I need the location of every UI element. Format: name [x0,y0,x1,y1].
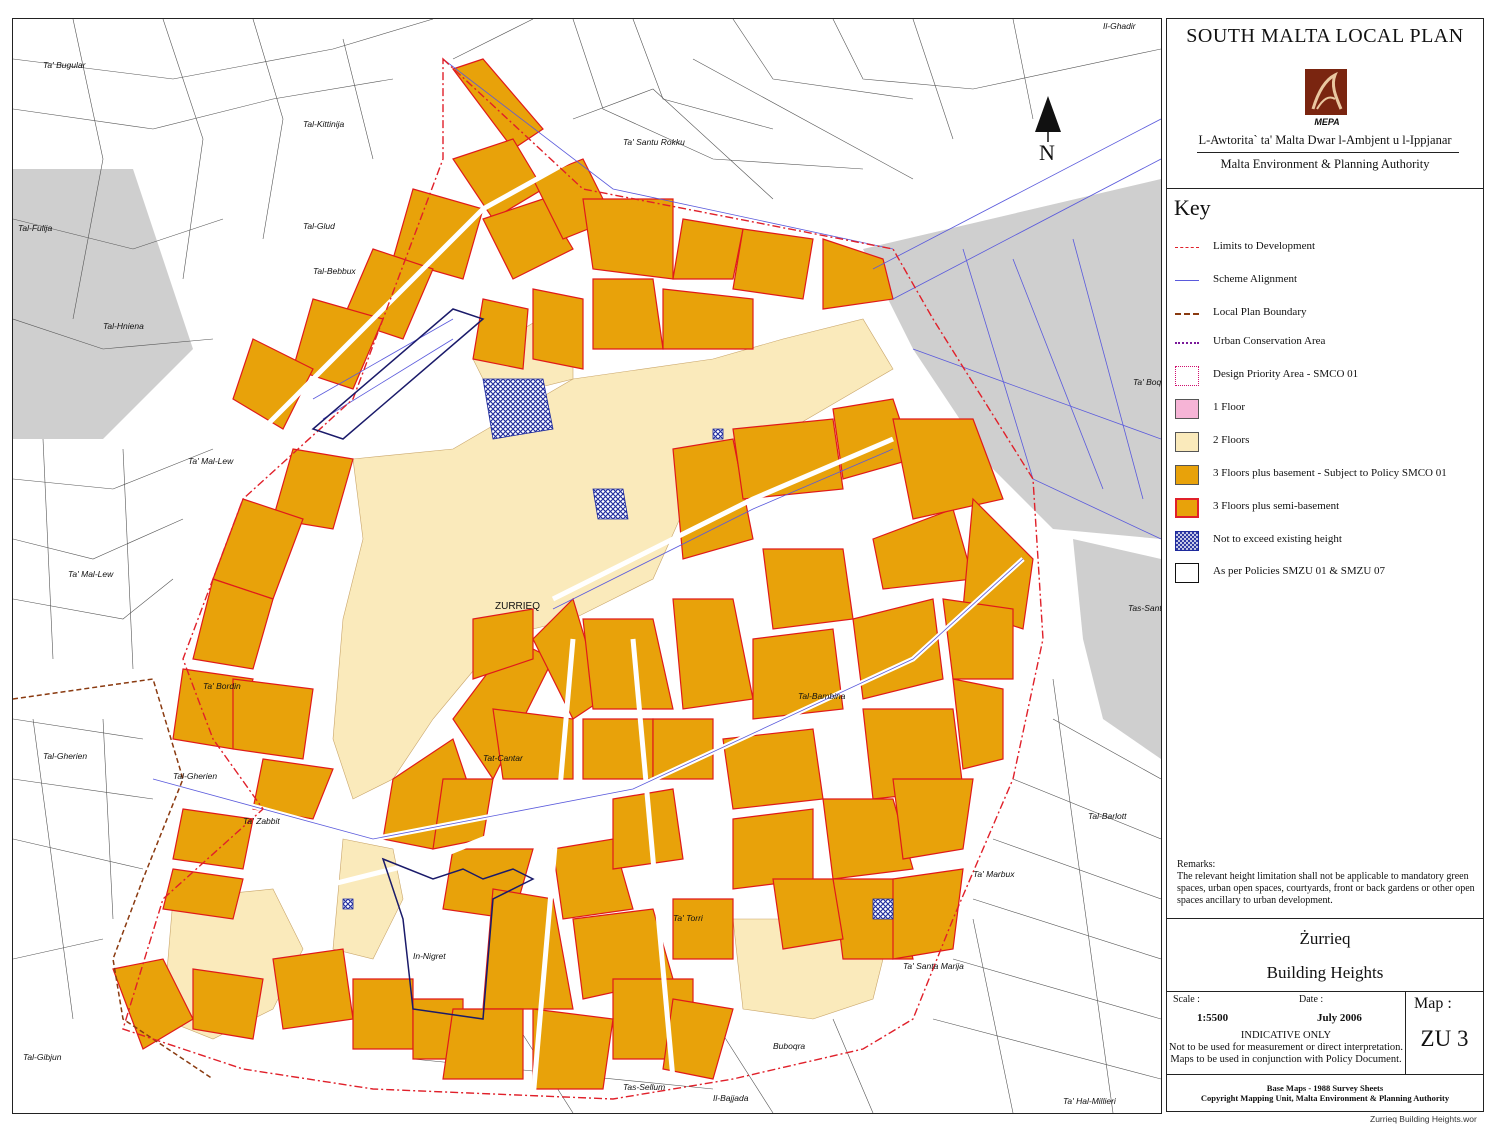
key-item: 3 Floors plus semi-basement [1175,497,1475,519]
place-label: Tal-Gherien [173,771,217,781]
place-label: Tal-Fulija [18,223,52,233]
source-line: Copyright Mapping Unit, Malta Environmen… [1200,1093,1450,1103]
key-item: 1 Floor [1175,398,1475,420]
key-title: Key [1174,195,1211,220]
key-item-label: Local Plan Boundary [1213,306,1307,318]
place-label: Tas-Sant' Aga [1128,603,1161,613]
map-canvas[interactable]: Ta' Bugular Tal-Kittinija Ta' Santu Rokk… [12,18,1162,1114]
place-label: Tal-Gibjun [23,1052,62,1062]
key-item-label: Limits to Development [1213,240,1316,252]
place-label: Tal-Barlott [1088,811,1127,821]
map-svg: Ta' Bugular Tal-Kittinija Ta' Santu Rokk… [13,19,1161,1113]
remarks: Remarks: The relevant height limitation … [1177,859,1477,907]
semi-basement-swatch-icon [1175,498,1199,518]
three-floor-swatch-icon [1175,465,1199,485]
place-label: Buboqra [773,1041,805,1051]
divider [1197,152,1459,153]
town-name: Żurrieq [1299,929,1351,948]
place-label: Tal-Bebbux [313,266,356,276]
place-label: Ta' Mal-Lew [68,569,114,579]
north-arrow: N [1035,96,1061,165]
policy-outline-icon [1175,563,1199,583]
map-metadata: Scale : Date : 1:5500 July 2006 INDICATI… [1166,991,1406,1075]
scale-value: 1:5500 [1197,1012,1229,1024]
key-item: 2 Floors [1175,431,1475,453]
limits-line-icon [1175,247,1199,248]
key-item: Design Priority Area - SMCO 01 [1175,365,1475,387]
key-item-label: Design Priority Area - SMCO 01 [1213,368,1359,380]
boundary-line-icon [1175,313,1199,315]
place-label: Tal-Hniena [103,321,144,331]
key-item-label: 3 Floors plus semi-basement [1213,500,1340,512]
key-item: Limits to Development [1175,237,1475,259]
logo-text: MEPA [1314,117,1340,127]
place-label: Ta' Torri [673,913,704,923]
north-label: N [1039,140,1055,165]
place-label: Ta' Bugular [43,60,87,70]
source-text: Base Maps - 1988 Survey Sheets Copyright… [1167,1083,1483,1103]
place-label: Ta' Santu Rokku [623,137,685,147]
place-label: Ta' Marbux [973,869,1015,879]
key-item: Local Plan Boundary [1175,303,1475,325]
plan-title: SOUTH MALTA LOCAL PLAN [1186,25,1464,47]
place-label: Tal-Gherien [43,751,87,761]
remarks-heading: Remarks: [1177,859,1216,870]
date-label: Date : [1299,994,1324,1005]
place-label: Tal-Kittinija [303,119,345,129]
title-block: SOUTH MALTA LOCAL PLAN MEPA L-Awtorita` … [1166,18,1484,189]
scale-label: Scale : [1173,994,1200,1005]
key-item-label: 3 Floors plus basement - Subject to Poli… [1213,467,1447,479]
indicative-line: Maps to be used in conjunction with Poli… [1170,1054,1402,1065]
indicative-line: INDICATIVE ONLY [1240,1030,1332,1041]
key-item-label: Not to exceed existing height [1213,533,1342,545]
key-item: Urban Conservation Area [1175,332,1475,354]
authority-name-english: Malta Environment & Planning Authority [1220,157,1430,171]
key-item: As per Policies SMZU 01 & SMZU 07 [1175,562,1475,584]
key-item-label: Scheme Alignment [1213,273,1298,285]
place-label: Ta' Mal-Lew [188,456,234,466]
place-label: Ta' Hal-Millieri [1063,1096,1117,1106]
map-number: ZU 3 [1420,1026,1469,1051]
place-label: Ta' Zabbit [243,816,280,826]
indicative-note: INDICATIVE ONLY Not to be used for measu… [1167,1030,1405,1066]
mepa-logo-icon [1305,69,1347,115]
map-key: Key Limits to Development Scheme Alignme… [1166,188,1484,919]
map-title-block: Żurrieq Building Heights [1166,918,1484,992]
map-subject: Building Heights [1266,963,1384,982]
conservation-line-icon [1175,342,1199,344]
key-item-label: Urban Conservation Area [1213,335,1326,347]
key-item: 3 Floors plus basement - Subject to Poli… [1175,464,1475,486]
place-label: Tas-Sellum [623,1082,665,1092]
remarks-text: The relevant height limitation shall not… [1177,871,1475,906]
date-value: July 2006 [1317,1012,1362,1024]
one-floor-swatch-icon [1175,399,1199,419]
place-label: Tal-Bambina [798,691,846,701]
town-label: ZURRIEQ [495,601,540,612]
key-item: Scheme Alignment [1175,270,1475,292]
place-label: Il-Bajjada [713,1093,749,1103]
place-label: Ta' Bordin [203,681,241,691]
map-number-block: Map : ZU 3 [1405,991,1484,1075]
source-line: Base Maps - 1988 Survey Sheets [1266,1083,1384,1093]
two-floor-swatch-icon [1175,432,1199,452]
key-item: Not to exceed existing height [1175,530,1475,552]
key-item-label: As per Policies SMZU 01 & SMZU 07 [1213,565,1386,577]
place-label: Ta' Boqajjet [1133,377,1161,387]
key-item-label: 1 Floor [1213,401,1246,413]
scheme-line-icon [1175,280,1199,281]
place-label: In-Nigret [413,951,446,961]
hatch-swatch-icon [1175,531,1199,551]
source-block: Base Maps - 1988 Survey Sheets Copyright… [1166,1074,1484,1112]
design-priority-icon [1175,366,1199,386]
key-item-label: 2 Floors [1213,434,1250,446]
map-number-label: Map : [1414,995,1452,1012]
place-label: Tal-Glud [303,221,335,231]
indicative-line: Not to be used for measurement or direct… [1168,1042,1404,1053]
file-name: Zurrieq Building Heights.wor [1370,1114,1477,1124]
place-label: Il-Ghadir [1103,21,1137,31]
authority-name-maltese: L-Awtorita` ta' Malta Dwar l-Ambjent u l… [1198,133,1452,147]
place-label: Tat-Cantar [483,753,524,763]
place-label: Ta' Santa Marija [903,961,964,971]
